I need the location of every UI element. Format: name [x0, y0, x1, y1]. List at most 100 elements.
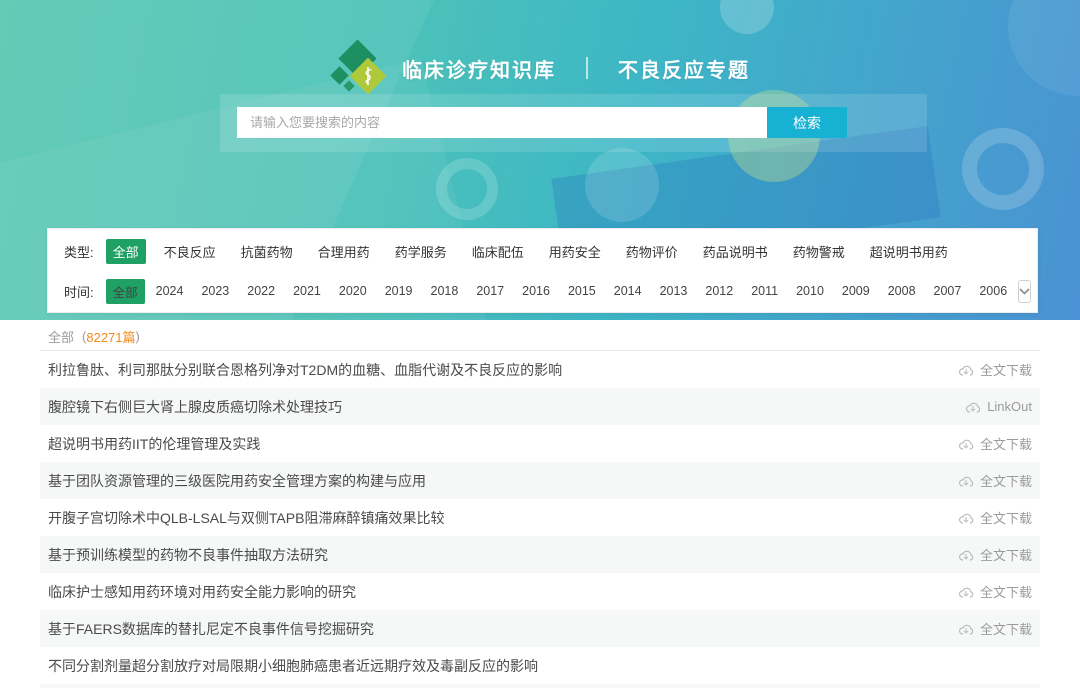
- download-link-label: 全文下载: [979, 585, 1032, 600]
- article-row: 开腹子宫切除术中QLB-LSAL与双侧TAPB阻滞麻醉镇痛效果比较 全文下载: [40, 499, 1040, 536]
- knowledge-base-logo-icon: [330, 39, 387, 95]
- filter-year-option[interactable]: 2008: [881, 281, 923, 301]
- article-row: 腹腔镜下右侧巨大肾上腺皮质癌切除术处理技巧 LinkOut: [40, 388, 1040, 425]
- article-title-link[interactable]: 基于FAERS数据库的替扎尼定不良事件信号挖掘研究: [48, 619, 374, 639]
- linkout-link[interactable]: LinkOut: [965, 399, 1032, 414]
- filter-year-option[interactable]: 2017: [469, 281, 511, 301]
- decor-circle: [720, 0, 774, 34]
- article-row: 临床护士感知用药环境对用药安全能力影响的研究 全文下载: [40, 573, 1040, 610]
- article-row: 基于团队资源管理的三级医院用药安全管理方案的构建与应用 全文下载: [40, 462, 1040, 499]
- fulltext-download-link[interactable]: 全文下载: [958, 360, 1032, 379]
- filter-type-option[interactable]: 超说明书用药: [863, 239, 955, 264]
- article-row-partial: [40, 684, 1040, 688]
- fulltext-download-link[interactable]: 全文下载: [958, 619, 1032, 638]
- filter-type-option[interactable]: 合理用药: [311, 239, 377, 264]
- asclepius-staff-icon: [361, 66, 375, 86]
- cloud-download-icon: [959, 513, 974, 524]
- cloud-download-icon: [959, 624, 974, 635]
- article-title-link[interactable]: 腹腔镜下右侧巨大肾上腺皮质癌切除术处理技巧: [48, 397, 342, 417]
- article-row: 基于预训练模型的药物不良事件抽取方法研究 全文下载: [40, 536, 1040, 573]
- article-title-link[interactable]: 开腹子宫切除术中QLB-LSAL与双侧TAPB阻滞麻醉镇痛效果比较: [48, 508, 444, 528]
- article-title-link[interactable]: 不同分割剂量超分割放疗对局限期小细胞肺癌患者近远期疗效及毒副反应的影响: [48, 656, 538, 676]
- cloud-download-icon: [959, 365, 974, 376]
- filter-type-option[interactable]: 临床配伍: [465, 239, 531, 264]
- filter-type-option[interactable]: 抗菌药物: [234, 239, 300, 264]
- cloud-download-icon: [959, 439, 974, 450]
- filter-panel: 类型: 全部 不良反应 抗菌药物 合理用药 药学服务 临床配伍 用药安全 药物评价 药品说明书药…: [47, 228, 1038, 313]
- fulltext-download-link[interactable]: 全文下载: [958, 508, 1032, 527]
- filter-type-option[interactable]: 药物评价: [619, 239, 685, 264]
- download-link-label: 全文下载: [979, 363, 1032, 378]
- site-title: 临床诊疗知识库: [402, 59, 556, 82]
- count-label: 全部: [48, 330, 75, 345]
- article-list: 利拉鲁肽、利司那肽分别联合恩格列净对T2DM的血糖、血脂代谢及不良反应的影响全文…: [40, 351, 1040, 688]
- filter-year-option[interactable]: 2019: [378, 281, 420, 301]
- download-link-label: 全文下载: [979, 622, 1032, 637]
- filter-year-option[interactable]: 2021: [286, 281, 328, 301]
- logo-diamond: [343, 80, 355, 92]
- filter-year-option[interactable]: 2009: [835, 281, 877, 301]
- brand-header: 临床诊疗知识库 不良反应专题: [0, 39, 1080, 95]
- expand-years-button[interactable]: [1018, 279, 1032, 303]
- topic-title: 不良反应专题: [618, 59, 750, 82]
- filter-type-option[interactable]: 全部: [105, 238, 146, 264]
- filter-year-option[interactable]: 2011: [744, 281, 785, 301]
- type-options-container: 全部 不良反应 抗菌药物 合理用药 药学服务 临床配伍 用药安全 药物评价 药品说明书 药物警戒超…: [105, 238, 966, 264]
- filter-year-option[interactable]: 2020: [332, 281, 374, 301]
- time-filter-row: 时间: 全部 2024 2023 2022 2021 2020 2019 2018 2017 20…: [64, 271, 1032, 311]
- filter-type-option[interactable]: 药学服务: [388, 239, 454, 264]
- filter-type-option[interactable]: 药品说明书: [696, 239, 775, 264]
- filter-year-option[interactable]: 2024: [149, 281, 191, 301]
- fulltext-download-link[interactable]: 全文下载: [958, 582, 1032, 601]
- filter-year-option[interactable]: 2023: [194, 281, 236, 301]
- fulltext-download-link[interactable]: 全文下载: [958, 545, 1032, 564]
- cloud-download-icon: [959, 587, 974, 598]
- result-list: 全部 ( 82271篇 ) 利拉鲁肽、利司那肽分别联合恩格列净对T2DM的血糖、…: [40, 323, 1040, 688]
- type-filter-label: 类型:: [64, 244, 94, 260]
- filter-year-option[interactable]: 2016: [515, 281, 557, 301]
- decor-ring: [436, 158, 498, 220]
- article-row: 不同分割剂量超分割放疗对局限期小细胞肺癌患者近远期疗效及毒副反应的影响: [40, 647, 1040, 684]
- filter-year-option[interactable]: 2018: [424, 281, 466, 301]
- article-title-link[interactable]: 临床护士感知用药环境对用药安全能力影响的研究: [48, 582, 356, 602]
- fulltext-download-link[interactable]: 全文下载: [958, 471, 1032, 490]
- download-link-label: 全文下载: [979, 548, 1032, 563]
- filter-year-option[interactable]: 2015: [561, 281, 603, 301]
- search-bar: 检索: [237, 107, 847, 138]
- filter-year-option[interactable]: 2014: [607, 281, 649, 301]
- filter-year-option[interactable]: 2022: [240, 281, 282, 301]
- paren: ): [135, 329, 140, 344]
- filter-year-option[interactable]: 全部: [105, 278, 145, 304]
- decor-ring: [962, 128, 1044, 210]
- article-title-link[interactable]: 基于团队资源管理的三级医院用药安全管理方案的构建与应用: [48, 471, 426, 491]
- time-filter-label: 时间:: [64, 284, 94, 300]
- article-row: 利拉鲁肽、利司那肽分别联合恩格列净对T2DM的血糖、血脂代谢及不良反应的影响 全文…: [40, 351, 1040, 388]
- filter-year-option[interactable]: 2007: [927, 281, 969, 301]
- download-link-label: 全文下载: [979, 474, 1032, 489]
- search-button[interactable]: 检索: [767, 107, 847, 138]
- article-row: 超说明书用药IIT的伦理管理及实践 全文下载: [40, 425, 1040, 462]
- filter-year-option[interactable]: 2006: [972, 281, 1014, 301]
- chevron-down-icon: [1019, 287, 1030, 295]
- filter-year-option[interactable]: 2010: [789, 281, 831, 301]
- filter-type-option[interactable]: 不良反应: [157, 239, 223, 264]
- result-count: 82271篇: [86, 330, 136, 345]
- cloud-download-icon: [966, 402, 981, 413]
- cloud-download-icon: [959, 550, 974, 561]
- filter-year-option[interactable]: 2013: [653, 281, 695, 301]
- article-title-link[interactable]: 超说明书用药IIT的伦理管理及实践: [48, 434, 260, 454]
- download-link-label: LinkOut: [987, 399, 1032, 414]
- result-count-header: 全部 ( 82271篇 ): [40, 323, 1040, 351]
- search-input[interactable]: [237, 107, 767, 138]
- cloud-download-icon: [959, 476, 974, 487]
- fulltext-download-link[interactable]: 全文下载: [958, 434, 1032, 453]
- article-title-link[interactable]: 基于预训练模型的药物不良事件抽取方法研究: [48, 545, 328, 565]
- filter-type-option[interactable]: 用药安全: [542, 239, 608, 264]
- article-title-link[interactable]: 利拉鲁肽、利司那肽分别联合恩格列净对T2DM的血糖、血脂代谢及不良反应的影响: [48, 360, 562, 380]
- type-filter-row: 类型: 全部 不良反应 抗菌药物 合理用药 药学服务 临床配伍 用药安全 药物评价 药品说明书药…: [64, 231, 1021, 271]
- filter-type-option[interactable]: 药物警戒: [786, 239, 852, 264]
- filter-year-option[interactable]: 2012: [698, 281, 740, 301]
- decor-circle: [585, 148, 659, 222]
- article-row: 基于FAERS数据库的替扎尼定不良事件信号挖掘研究 全文下载: [40, 610, 1040, 647]
- title-divider: [586, 57, 588, 79]
